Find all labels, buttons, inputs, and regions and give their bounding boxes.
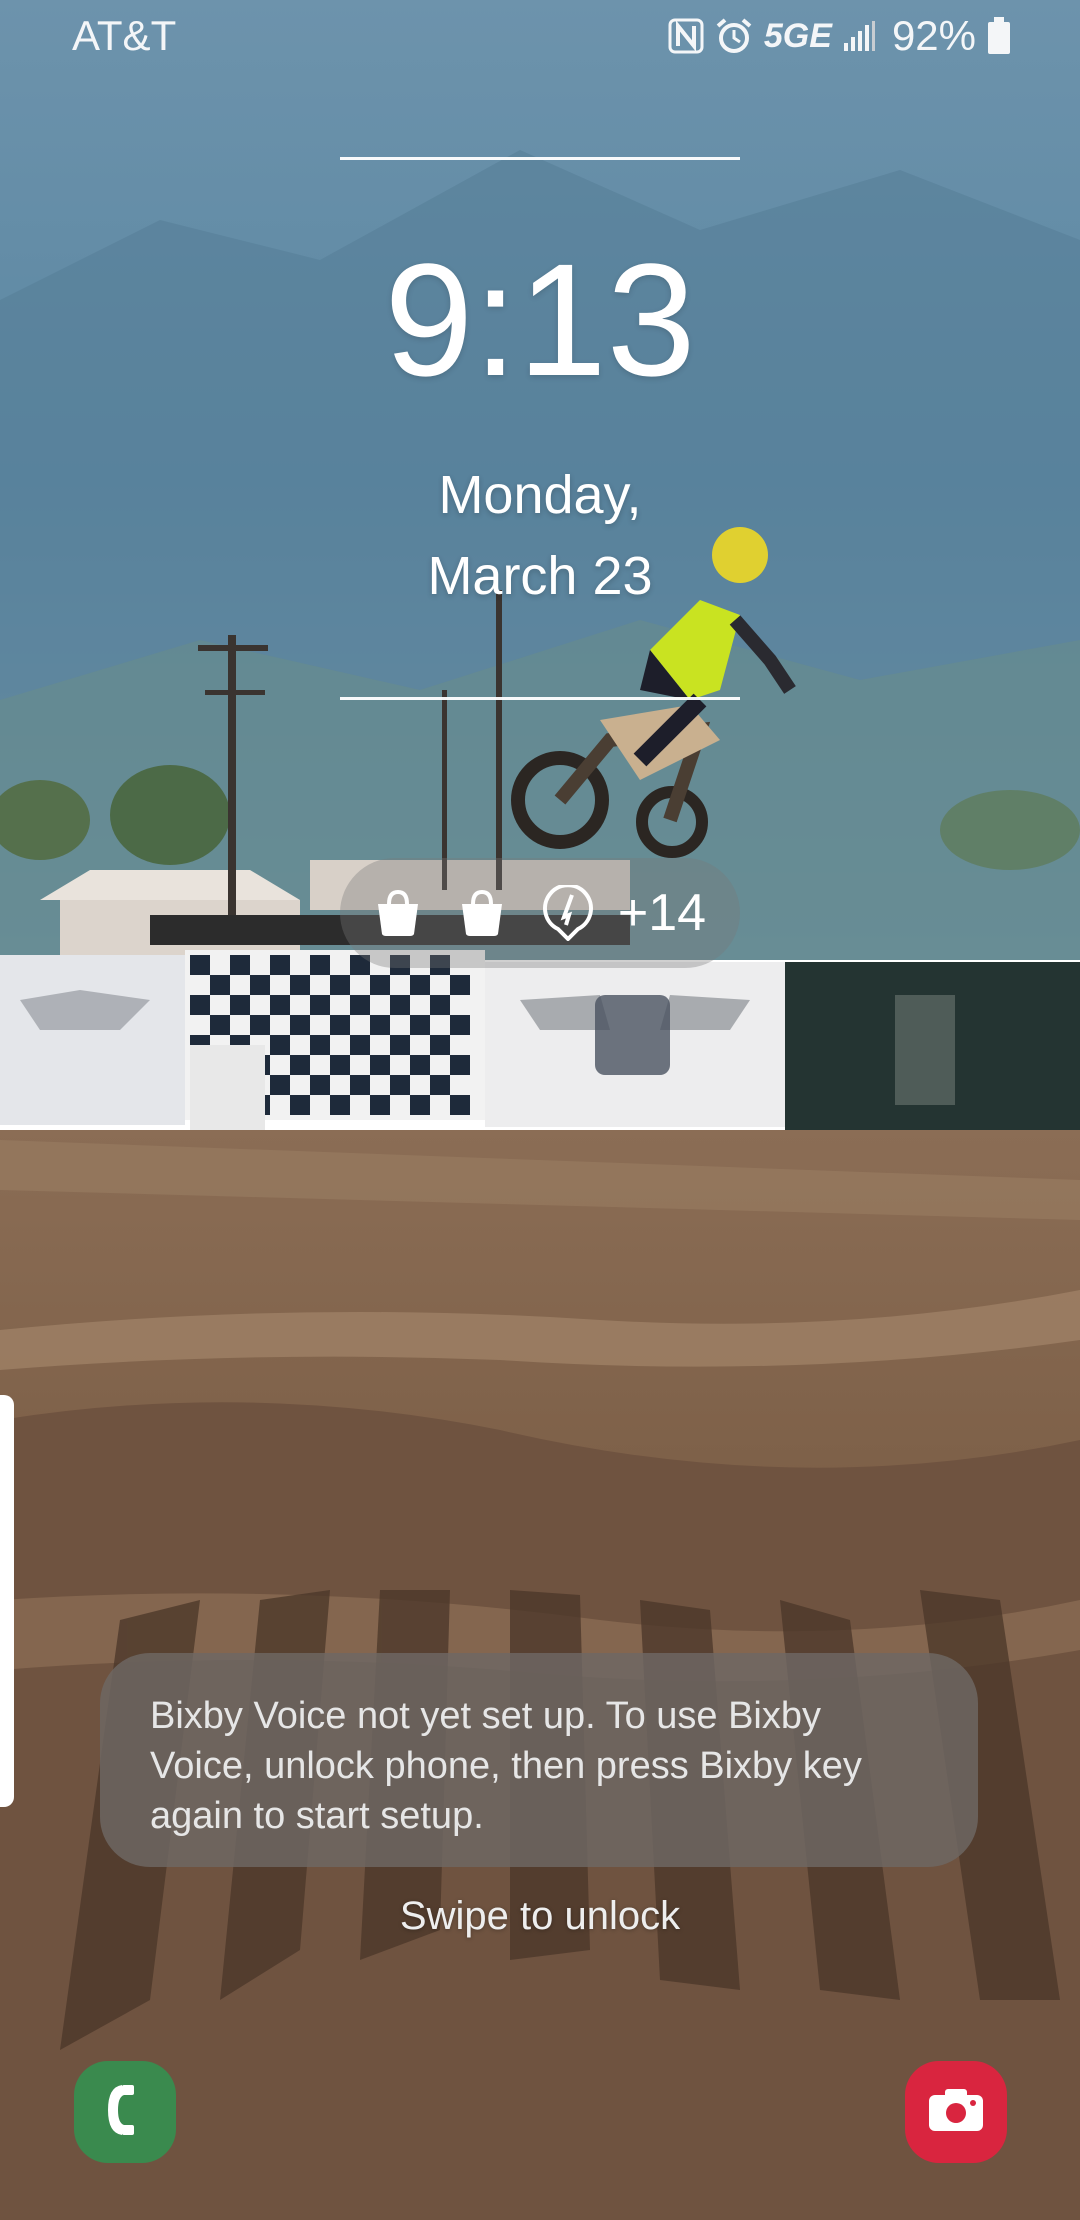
phone-shortcut-button[interactable] bbox=[74, 2061, 176, 2163]
alarm-icon bbox=[714, 16, 754, 56]
clock-bottom-divider bbox=[340, 697, 740, 700]
battery-icon bbox=[986, 16, 1012, 56]
shopping-bag-icon[interactable] bbox=[374, 888, 422, 938]
nfc-icon bbox=[668, 18, 704, 54]
carrier-label: AT&T bbox=[72, 12, 177, 59]
bixby-toast: Bixby Voice not yet set up. To use Bixby… bbox=[100, 1653, 978, 1867]
notification-more-count: +14 bbox=[617, 884, 707, 942]
swipe-to-unlock-hint: Swipe to unlock bbox=[399, 1894, 681, 1938]
clock-top-divider bbox=[340, 157, 740, 160]
lock-clock-time: 9:13 bbox=[384, 230, 696, 409]
camera-shortcut-button[interactable] bbox=[905, 2061, 1007, 2163]
status-icons: 5GE 92% bbox=[668, 12, 1012, 60]
phone-icon bbox=[100, 2081, 150, 2144]
location-pin-icon[interactable] bbox=[542, 885, 594, 941]
status-bar: AT&T 5GE 92% bbox=[0, 0, 1080, 72]
toast-message: Bixby Voice not yet set up. To use Bixby… bbox=[150, 1695, 862, 1837]
edge-panel-handle[interactable] bbox=[0, 1395, 14, 1807]
camera-icon bbox=[927, 2087, 985, 2138]
shopping-bag-icon[interactable] bbox=[458, 888, 506, 938]
signal-icon bbox=[842, 19, 876, 53]
notification-icons-pill[interactable]: +14 bbox=[340, 858, 740, 968]
network-5ge-icon: 5GE bbox=[763, 17, 832, 55]
lock-date-month: March 23 bbox=[427, 546, 653, 606]
lock-date-day: Monday, bbox=[438, 465, 642, 525]
battery-percent: 92% bbox=[891, 12, 976, 59]
